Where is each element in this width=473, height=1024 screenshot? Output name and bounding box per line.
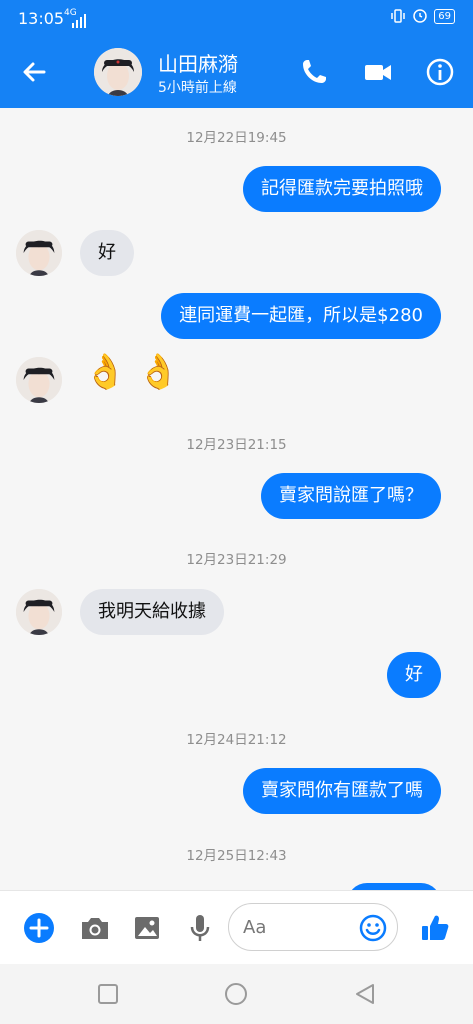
vibrate-icon [391, 9, 406, 23]
sender-avatar[interactable] [16, 589, 62, 635]
message-timestamp: 12月22日19:45 [186, 130, 287, 146]
outgoing-message[interactable]: 賣家問說匯了嗎？ [261, 473, 441, 519]
outgoing-message[interactable]: 賣家問你有匯款了嗎 [243, 768, 441, 814]
smiley-icon[interactable] [359, 914, 387, 942]
camera-icon[interactable] [78, 911, 112, 945]
message-timestamp: 12月24日21:12 [186, 732, 287, 748]
outgoing-message[interactable]: 連同運費一起匯，所以是$280 [161, 293, 441, 339]
chat-header: 山田麻漪 5小時前上線 [0, 36, 473, 108]
message-input-placeholder: Aa [243, 917, 267, 938]
message-timestamp: 12月25日12:43 [186, 848, 287, 864]
status-time: 13:05 [18, 9, 65, 28]
message-timestamp: 12月23日21:15 [186, 437, 287, 453]
info-icon[interactable] [424, 56, 456, 88]
message-input[interactable]: Aa [228, 903, 398, 951]
system-navigation-bar [0, 964, 473, 1024]
signal-icon [72, 14, 86, 28]
sender-avatar[interactable] [16, 230, 62, 276]
video-camera-icon[interactable] [362, 56, 394, 88]
alarm-icon [413, 9, 428, 23]
home-icon[interactable] [224, 982, 248, 1006]
thumbs-up-icon[interactable] [418, 911, 452, 945]
message-composer: Aa [0, 890, 473, 964]
phone-icon[interactable] [298, 56, 330, 88]
message-timestamp: 12月23日21:29 [186, 552, 287, 568]
contact-name: 山田麻漪 [158, 52, 238, 76]
back-nav-icon[interactable] [353, 982, 377, 1006]
sender-avatar[interactable] [16, 357, 62, 403]
outgoing-message[interactable]: 記得匯款完要拍照哦 [243, 166, 441, 212]
outgoing-message[interactable]: 好 [387, 652, 441, 698]
ok-hand-emoji-message[interactable]: 👌 👌 [84, 352, 179, 392]
contact-status: 5小時前上線 [158, 80, 237, 96]
arrow-left-icon[interactable] [18, 56, 50, 88]
plus-icon[interactable] [22, 911, 56, 945]
status-bar: 13:05 4G 69 [0, 0, 473, 36]
battery-level: 69 [434, 8, 455, 24]
microphone-icon[interactable] [183, 911, 217, 945]
incoming-message[interactable]: 我明天給收據 [80, 589, 224, 635]
recent-apps-icon[interactable] [96, 982, 120, 1006]
incoming-message[interactable]: 好 [80, 230, 134, 276]
contact-avatar[interactable] [94, 48, 142, 96]
image-icon[interactable] [130, 911, 164, 945]
